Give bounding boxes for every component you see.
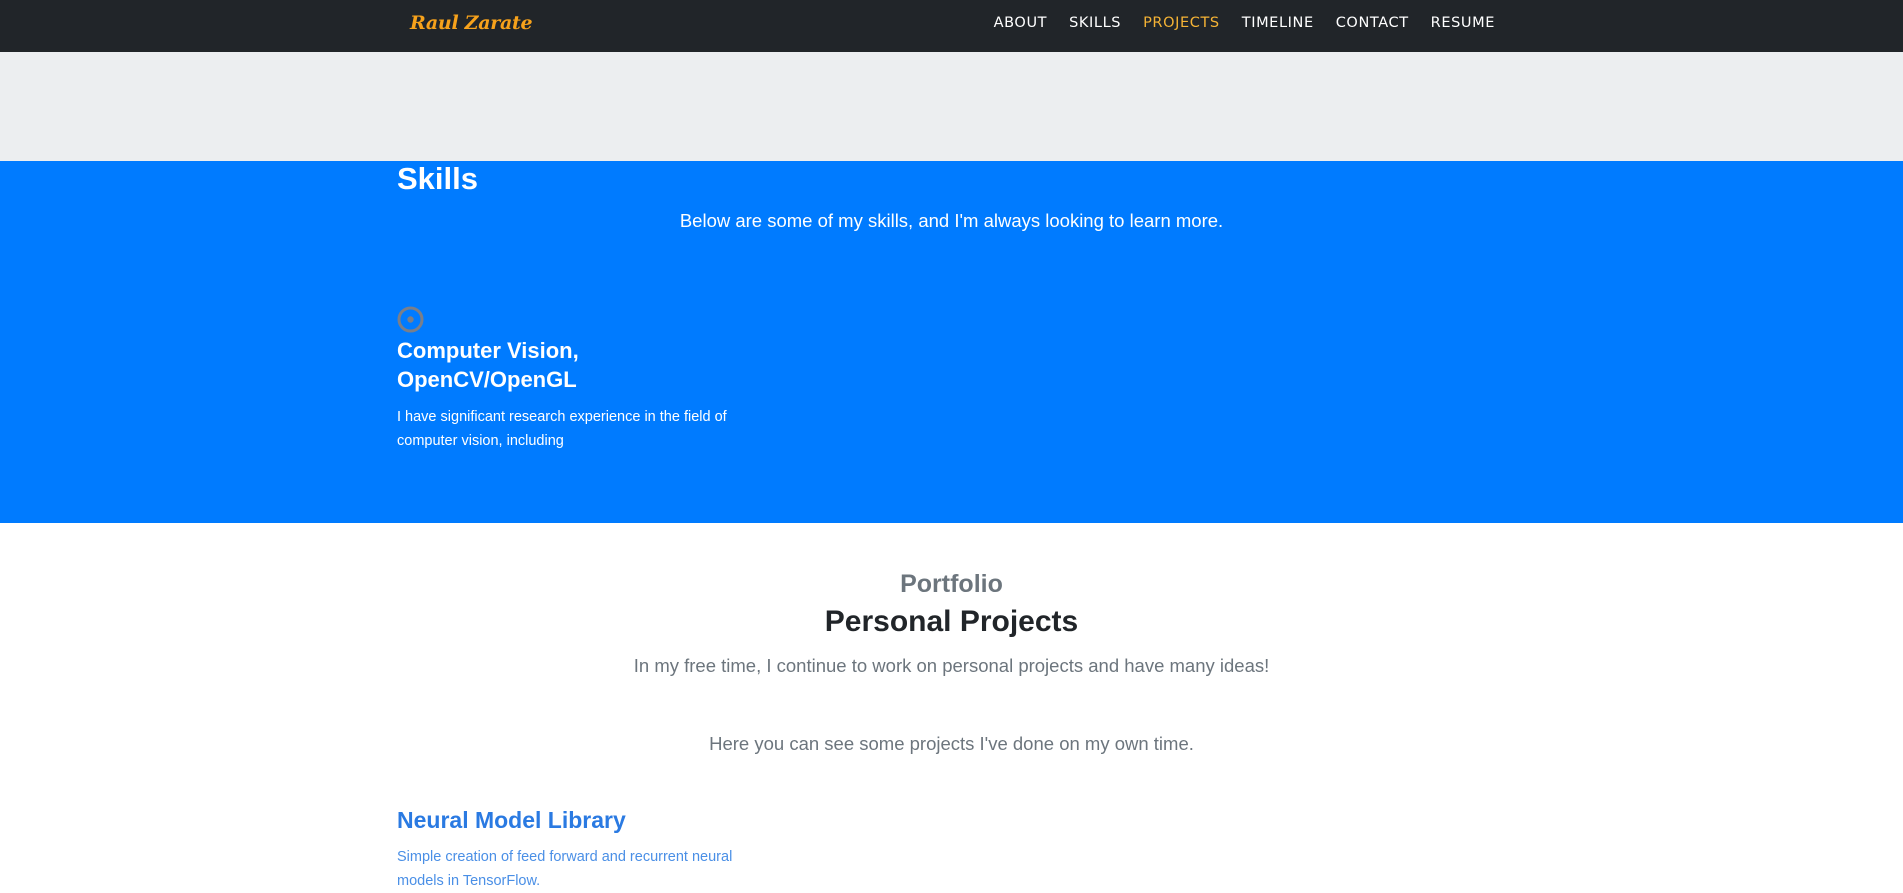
- header-band: [0, 52, 1903, 161]
- skill-title: Computer Vision, OpenCV/OpenGL: [397, 338, 579, 392]
- nav-link-resume[interactable]: Resume: [1431, 15, 1495, 31]
- project-description: Simple creation of feed forward and recu…: [397, 849, 733, 889]
- nav-links: About Skills Projects Timeline Contact R…: [994, 15, 1495, 31]
- bullseye-icon: [397, 306, 424, 333]
- portfolio-note: Here you can see some projects I've done…: [709, 733, 1194, 754]
- portfolio-subtitle: In my free time, I continue to work on p…: [633, 655, 1270, 676]
- brand-logo[interactable]: Raul Zarate: [410, 12, 533, 34]
- project-title-link[interactable]: Neural Model Library: [397, 807, 626, 834]
- nav-link-about[interactable]: About: [994, 15, 1048, 31]
- nav-link-contact[interactable]: Contact: [1336, 15, 1409, 31]
- nav-link-projects[interactable]: Projects: [1143, 15, 1220, 31]
- portfolio-eyebrow: Portfolio: [900, 570, 1003, 598]
- skills-section: Skills Below are some of my skills, and …: [0, 161, 1903, 523]
- skill-description: I have significant research experience i…: [397, 409, 727, 449]
- nav-link-timeline[interactable]: Timeline: [1242, 15, 1314, 31]
- portfolio-heading: Personal Projects: [824, 605, 1079, 638]
- skills-subtitle: Below are some of my skills, and I'm alw…: [679, 210, 1224, 231]
- nav-link-skills[interactable]: Skills: [1069, 15, 1121, 31]
- skills-heading: Skills: [397, 161, 478, 196]
- navbar: Raul Zarate About Skills Projects Timeli…: [0, 0, 1903, 52]
